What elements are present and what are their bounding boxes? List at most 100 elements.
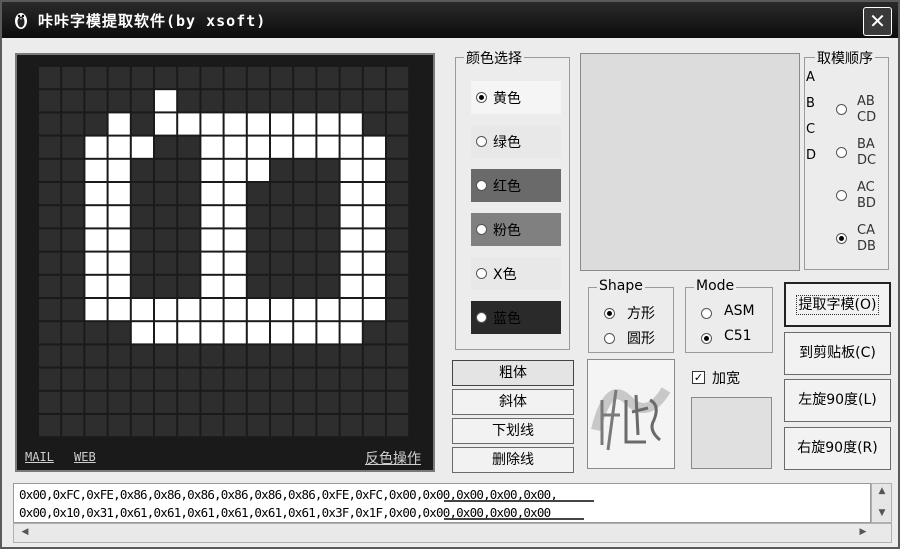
pixel-off[interactable] (108, 67, 130, 89)
pixel-off[interactable] (271, 368, 293, 390)
pixel-on[interactable] (155, 90, 177, 112)
output-vertical-scrollbar[interactable]: ▲ ▼ (871, 483, 892, 523)
rotate-right-button[interactable]: 右旋90度(R) (784, 427, 891, 470)
pixel-off[interactable] (317, 183, 339, 205)
extract-button[interactable]: 提取字模(O) (784, 282, 891, 327)
pixel-off[interactable] (62, 183, 84, 205)
pixel-on[interactable] (271, 299, 293, 321)
pixel-off[interactable] (340, 368, 362, 390)
output-horizontal-scrollbar[interactable]: ◀ ▶ (13, 523, 892, 543)
pixel-off[interactable] (201, 391, 223, 413)
pixel-on[interactable] (201, 275, 223, 297)
pixel-off[interactable] (271, 183, 293, 205)
pixel-on[interactable] (363, 159, 385, 181)
order-radio[interactable] (836, 190, 847, 201)
pixel-off[interactable] (317, 159, 339, 181)
pixel-off[interactable] (131, 345, 153, 367)
pixel-on[interactable] (224, 229, 246, 251)
pixel-on[interactable] (363, 299, 385, 321)
pixel-on[interactable] (178, 299, 200, 321)
pixel-off[interactable] (155, 252, 177, 274)
pixel-off[interactable] (155, 206, 177, 228)
pixel-off[interactable] (340, 345, 362, 367)
title-bar[interactable]: 咔咔字模提取软件(by xsoft) ✕ (2, 2, 898, 38)
pixel-off[interactable] (39, 415, 61, 437)
font-style-button[interactable]: 粗体 (452, 360, 574, 386)
pixel-on[interactable] (85, 275, 107, 297)
pixel-off[interactable] (85, 391, 107, 413)
pixel-off[interactable] (294, 183, 316, 205)
pixel-off[interactable] (62, 415, 84, 437)
pixel-off[interactable] (363, 67, 385, 89)
pixel-off[interactable] (271, 415, 293, 437)
pixel-on[interactable] (155, 299, 177, 321)
pixel-off[interactable] (39, 136, 61, 158)
pixel-off[interactable] (363, 391, 385, 413)
order-radio[interactable] (836, 147, 847, 158)
pixel-on[interactable] (294, 299, 316, 321)
pixel-off[interactable] (294, 159, 316, 181)
pixel-off[interactable] (131, 368, 153, 390)
pixel-off[interactable] (201, 368, 223, 390)
pixel-off[interactable] (387, 275, 409, 297)
color-radio[interactable] (476, 268, 487, 279)
pixel-off[interactable] (178, 206, 200, 228)
pixel-off[interactable] (247, 252, 269, 274)
pixel-off[interactable] (247, 183, 269, 205)
order-radio[interactable] (836, 104, 847, 115)
pixel-off[interactable] (271, 345, 293, 367)
pixel-off[interactable] (224, 391, 246, 413)
pixel-on[interactable] (108, 252, 130, 274)
pixel-off[interactable] (39, 391, 61, 413)
pixel-on[interactable] (201, 113, 223, 135)
pixel-off[interactable] (131, 391, 153, 413)
pixel-off[interactable] (108, 368, 130, 390)
color-option[interactable]: 绿色 (471, 125, 561, 158)
pixel-off[interactable] (85, 322, 107, 344)
pixel-on[interactable] (201, 322, 223, 344)
pixel-on[interactable] (85, 206, 107, 228)
pixel-on[interactable] (363, 136, 385, 158)
pixel-off[interactable] (39, 322, 61, 344)
pixel-off[interactable] (131, 229, 153, 251)
pixel-off[interactable] (85, 67, 107, 89)
dot-matrix-preview[interactable]: MAIL WEB 反色操作 (15, 53, 435, 472)
pixel-off[interactable] (387, 183, 409, 205)
pixel-off[interactable] (155, 345, 177, 367)
pixel-on[interactable] (201, 206, 223, 228)
scroll-down-icon[interactable]: ▼ (873, 508, 891, 518)
pixel-off[interactable] (85, 90, 107, 112)
close-button[interactable]: ✕ (863, 7, 892, 36)
pixel-on[interactable] (340, 299, 362, 321)
shape-radio[interactable] (604, 308, 615, 319)
pixel-off[interactable] (178, 183, 200, 205)
pixel-off[interactable] (178, 229, 200, 251)
pixel-on[interactable] (340, 275, 362, 297)
pixel-off[interactable] (131, 67, 153, 89)
pixel-off[interactable] (178, 391, 200, 413)
pixel-on[interactable] (85, 299, 107, 321)
pixel-on[interactable] (340, 206, 362, 228)
rotate-left-button[interactable]: 左旋90度(L) (784, 379, 891, 422)
pixel-off[interactable] (317, 275, 339, 297)
pixel-off[interactable] (224, 90, 246, 112)
pixel-off[interactable] (39, 113, 61, 135)
pixel-off[interactable] (108, 415, 130, 437)
pixel-off[interactable] (39, 345, 61, 367)
pixel-off[interactable] (340, 391, 362, 413)
pixel-off[interactable] (247, 206, 269, 228)
pixel-on[interactable] (224, 113, 246, 135)
scroll-right-icon[interactable]: ▶ (854, 527, 872, 537)
pixel-off[interactable] (387, 391, 409, 413)
pixel-on[interactable] (201, 183, 223, 205)
pixel-off[interactable] (62, 90, 84, 112)
pixel-on[interactable] (340, 159, 362, 181)
pixel-on[interactable] (340, 113, 362, 135)
pixel-off[interactable] (247, 415, 269, 437)
pixel-on[interactable] (155, 322, 177, 344)
pixel-off[interactable] (387, 159, 409, 181)
pixel-off[interactable] (317, 415, 339, 437)
scroll-left-icon[interactable]: ◀ (16, 527, 34, 537)
pixel-on[interactable] (85, 159, 107, 181)
color-option[interactable]: X色 (471, 257, 561, 290)
